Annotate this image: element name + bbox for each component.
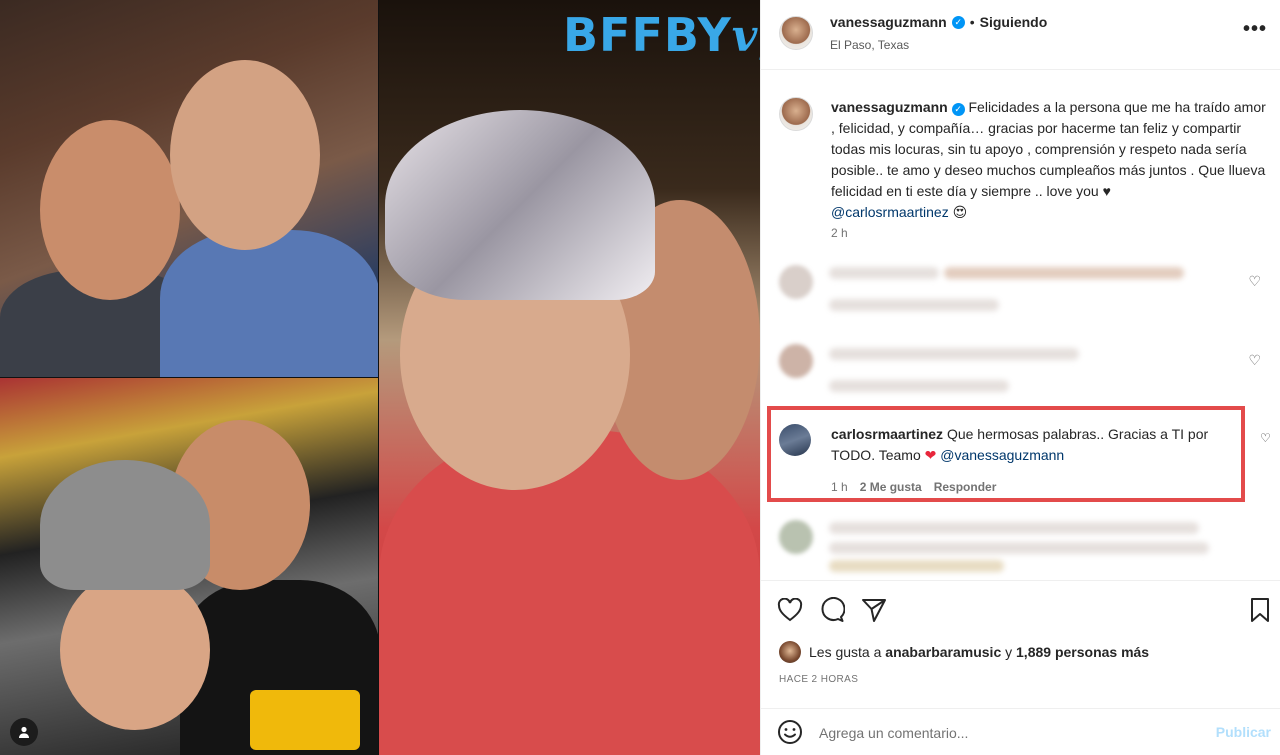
caption-text: vanessaguzmann ✓ Felicidades a la person… (831, 97, 1267, 223)
comment-mention[interactable]: @vanessaguzmann (940, 447, 1064, 463)
avatar[interactable] (779, 97, 813, 131)
blurred-comment: ♡ (769, 255, 1269, 323)
comment-input[interactable] (819, 721, 1199, 745)
comment-icon[interactable] (819, 597, 845, 623)
comment-username[interactable]: carlosrmaartinez (831, 426, 943, 442)
heart-emoji: ❤ (924, 447, 937, 463)
post-side-panel: vanessaguzmann ✓ • Siguiendo El Paso, Te… (760, 0, 1280, 755)
likes-summary: Les gusta a anabarbaramusic y 1,889 pers… (779, 641, 1149, 663)
author-username[interactable]: vanessaguzmann (830, 14, 947, 30)
follow-status-button[interactable]: Siguiendo (980, 14, 1048, 30)
likes-prefix: Les gusta a (809, 644, 882, 660)
more-options-icon[interactable]: ••• (1243, 18, 1267, 41)
blurred-comment (769, 508, 1269, 576)
likes-others[interactable]: 1,889 personas más (1016, 644, 1149, 660)
photo-couple-stadium (0, 378, 378, 755)
user-tag-icon[interactable] (10, 718, 38, 746)
photo-couple-selfie (379, 0, 760, 755)
bookmark-icon[interactable] (1247, 597, 1273, 623)
comment-timestamp[interactable]: 1 h (831, 480, 848, 494)
verified-badge-icon: ✓ (951, 103, 965, 116)
likes-user[interactable]: anabarbaramusic (885, 644, 1001, 660)
emoji-icon[interactable] (777, 719, 803, 745)
photo-couple-top-left (0, 0, 378, 377)
share-icon[interactable] (861, 597, 887, 623)
verified-badge-icon: ✓ (951, 15, 965, 29)
comment-likes[interactable]: 2 Me gusta (860, 480, 922, 494)
avatar[interactable] (779, 641, 801, 663)
comment-bar: Publicar (761, 708, 1280, 755)
likes-connector: y (1005, 644, 1013, 660)
highlighted-comment: carlosrmaartinez Que hermosas palabras..… (831, 424, 1241, 466)
avatar[interactable] (779, 424, 811, 456)
post-timestamp[interactable]: HACE 2 HORAS (779, 674, 858, 685)
comment-meta: 1 h 2 Me gusta Responder (831, 480, 996, 494)
caption-timestamp[interactable]: 2 h (831, 226, 848, 240)
bffbyvg-logo: BFFBYvg (563, 8, 760, 62)
post-location[interactable]: El Paso, Texas (830, 38, 909, 52)
caption-username[interactable]: vanessaguzmann (831, 99, 948, 115)
comment-heart-icon[interactable]: ♡ (1260, 431, 1271, 445)
caption-emoji: 😍 (952, 204, 968, 220)
post-media[interactable]: BFFBYvg (0, 0, 760, 755)
reply-button[interactable]: Responder (934, 480, 997, 494)
caption-mention[interactable]: @carlosrmaartinez (831, 204, 949, 220)
avatar[interactable] (779, 16, 813, 50)
publish-button[interactable]: Publicar (1216, 724, 1271, 740)
post-header: vanessaguzmann ✓ • Siguiendo El Paso, Te… (761, 0, 1280, 70)
separator: • (969, 14, 975, 30)
post-caption: vanessaguzmann ✓ Felicidades a la person… (761, 84, 1280, 250)
heart-icon[interactable] (777, 597, 803, 623)
blurred-comment: ♡ (769, 334, 1269, 402)
action-bar (761, 580, 1280, 640)
